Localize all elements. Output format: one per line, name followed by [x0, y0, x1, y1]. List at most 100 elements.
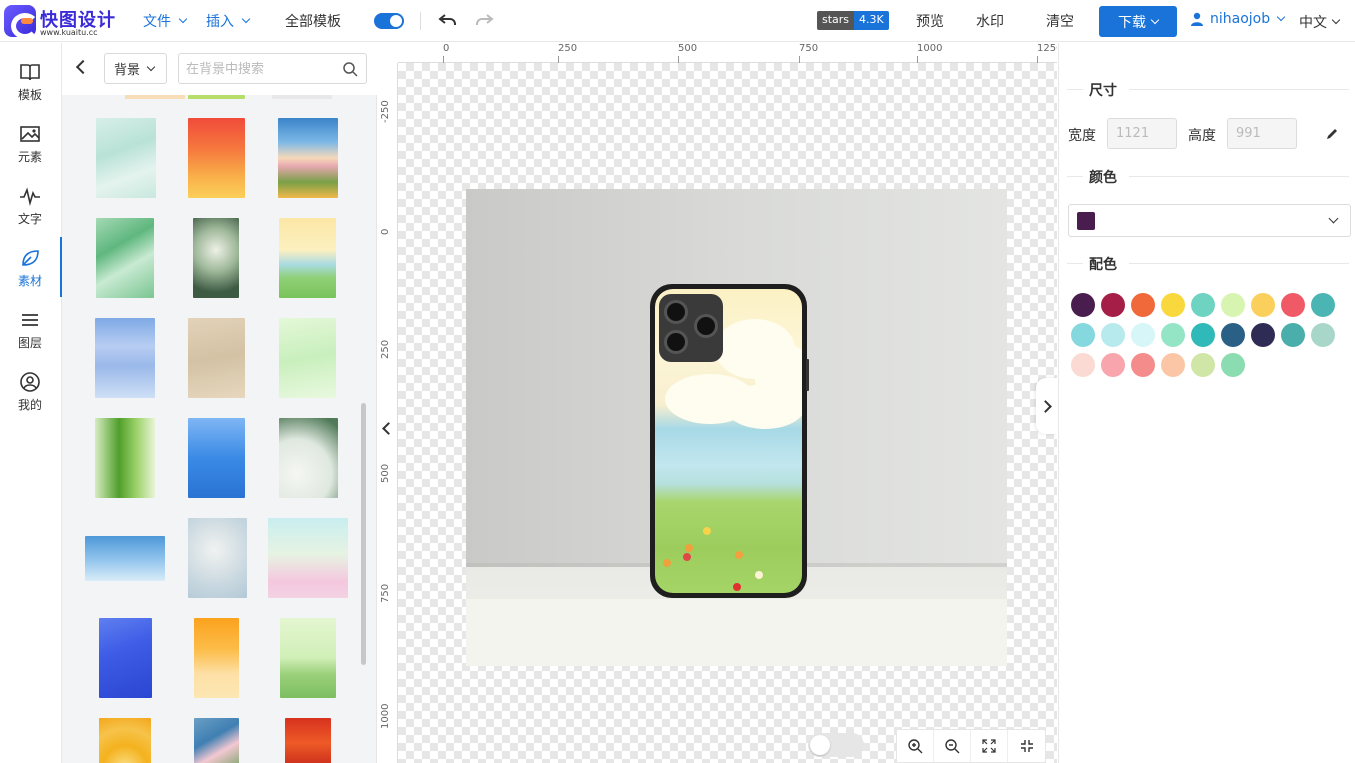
background-thumbnail[interactable]	[278, 118, 338, 198]
all-templates-button[interactable]: 全部模板	[285, 11, 341, 31]
rail-item-templates[interactable]: 模板	[0, 51, 60, 107]
background-thumbnail[interactable]	[193, 218, 239, 298]
background-thumbnail[interactable]	[188, 118, 245, 198]
palette-color-swatch[interactable]	[1191, 323, 1215, 347]
ruler-toggle[interactable]	[374, 13, 404, 29]
palette-color-swatch[interactable]	[1221, 323, 1245, 347]
chevron-down-icon	[1328, 213, 1339, 224]
palette-color-swatch[interactable]	[1281, 323, 1305, 347]
palette-color-swatch[interactable]	[1131, 353, 1155, 377]
file-menu[interactable]: 文件	[143, 11, 188, 31]
background-thumbnail[interactable]	[188, 418, 245, 498]
collapse-right-panel-button[interactable]	[1036, 378, 1057, 434]
palette-color-swatch[interactable]	[1251, 323, 1275, 347]
panel-scrollbar[interactable]	[361, 403, 366, 665]
size-section-title: 尺寸	[1089, 83, 1117, 99]
palette-color-swatch[interactable]	[1161, 353, 1185, 377]
palette-color-swatch[interactable]	[1221, 353, 1245, 377]
palette-color-swatch[interactable]	[1311, 323, 1335, 347]
chevron-down-icon	[146, 62, 156, 71]
category-select[interactable]: 背景	[104, 53, 167, 84]
palette-color-swatch[interactable]	[1191, 293, 1215, 317]
transparent-workspace[interactable]	[398, 63, 1057, 763]
rail-item-elements[interactable]: 元素	[0, 113, 60, 169]
artboard[interactable]	[466, 189, 1007, 666]
background-thumbnail[interactable]	[272, 95, 332, 99]
palette-color-swatch[interactable]	[1071, 353, 1095, 377]
logo[interactable]: 快图设计 www.kuaitu.cc	[4, 4, 124, 39]
collapse-left-panel-button[interactable]	[378, 413, 394, 443]
search-input[interactable]	[186, 59, 336, 79]
category-label: 背景	[114, 63, 141, 78]
rail-item-mine[interactable]: 我的	[0, 361, 60, 417]
clear-button[interactable]: 清空	[1046, 11, 1074, 31]
ruler-tick: 1250	[1037, 43, 1057, 63]
grid-toggle[interactable]	[808, 733, 864, 757]
background-thumbnail[interactable]	[95, 318, 155, 398]
redo-icon[interactable]	[474, 10, 494, 30]
phone-case-image[interactable]	[650, 284, 809, 598]
width-field[interactable]: 1121	[1107, 118, 1177, 149]
background-thumbnail[interactable]	[96, 118, 156, 198]
palette-color-swatch[interactable]	[1101, 293, 1125, 317]
camera-lens	[694, 314, 718, 338]
zoom-out-button[interactable]	[934, 730, 971, 762]
github-stars-badge[interactable]: stars 4.3K	[817, 11, 889, 30]
color-select[interactable]	[1068, 204, 1351, 237]
search-icon[interactable]	[342, 61, 358, 77]
palette-color-swatch[interactable]	[1221, 293, 1245, 317]
fit-screen-button[interactable]	[971, 730, 1008, 762]
horizontal-ruler: 0 250 500 750 1000 1250	[398, 43, 1057, 63]
palette-color-swatch[interactable]	[1251, 293, 1275, 317]
actual-size-button[interactable]	[1008, 730, 1045, 762]
palette-color-swatch[interactable]	[1191, 353, 1215, 377]
palette-color-swatch[interactable]	[1071, 323, 1095, 347]
palette-color-swatch[interactable]	[1161, 323, 1185, 347]
palette-color-swatch[interactable]	[1311, 293, 1335, 317]
background-thumbnail[interactable]	[188, 95, 245, 99]
user-icon	[20, 372, 40, 392]
section-divider	[1067, 89, 1083, 90]
background-thumbnail[interactable]	[279, 418, 338, 498]
palette-color-swatch[interactable]	[1131, 293, 1155, 317]
background-thumbnail[interactable]	[268, 518, 348, 598]
background-thumbnail[interactable]	[194, 718, 239, 763]
download-button[interactable]: 下载	[1099, 6, 1177, 37]
palette-color-swatch[interactable]	[1071, 293, 1095, 317]
zoom-in-button[interactable]	[897, 730, 934, 762]
palette-color-swatch[interactable]	[1101, 353, 1125, 377]
background-thumbnail[interactable]	[85, 536, 165, 581]
background-thumbnail[interactable]	[125, 95, 185, 99]
background-thumbnail[interactable]	[188, 518, 247, 598]
background-thumbnail[interactable]	[99, 718, 151, 763]
flower-shape	[735, 551, 743, 559]
background-thumbnail[interactable]	[280, 618, 336, 698]
background-thumbnail[interactable]	[95, 418, 155, 498]
background-thumbnail[interactable]	[279, 318, 336, 398]
rail-item-layers[interactable]: 图层	[0, 299, 60, 355]
top-toolbar: 快图设计 www.kuaitu.cc 文件 插入 全部模板 stars 4.3K…	[0, 0, 1355, 42]
ruler-tick: 750	[799, 43, 819, 63]
background-thumbnail[interactable]	[96, 218, 154, 298]
palette-color-swatch[interactable]	[1161, 293, 1185, 317]
palette-color-swatch[interactable]	[1281, 293, 1305, 317]
pencil-icon[interactable]	[1325, 127, 1339, 141]
username: nihaojob	[1210, 11, 1271, 27]
user-menu[interactable]: nihaojob	[1190, 11, 1286, 27]
background-thumbnail[interactable]	[194, 618, 239, 698]
height-field[interactable]: 991	[1227, 118, 1297, 149]
palette-color-swatch[interactable]	[1131, 323, 1155, 347]
insert-menu[interactable]: 插入	[206, 11, 251, 31]
palette-color-swatch[interactable]	[1101, 323, 1125, 347]
watermark-button[interactable]: 水印	[976, 11, 1004, 31]
preview-button[interactable]: 预览	[916, 11, 944, 31]
rail-item-materials[interactable]: 素材	[0, 237, 62, 297]
rail-item-text[interactable]: 文字	[0, 175, 60, 231]
language-select[interactable]: 中文	[1299, 12, 1341, 32]
background-thumbnail[interactable]	[285, 718, 331, 763]
background-thumbnail[interactable]	[279, 218, 336, 298]
background-thumbnail[interactable]	[188, 318, 245, 398]
back-arrow-icon[interactable]	[75, 59, 91, 75]
undo-icon[interactable]	[438, 10, 458, 30]
background-thumbnail[interactable]	[99, 618, 152, 698]
